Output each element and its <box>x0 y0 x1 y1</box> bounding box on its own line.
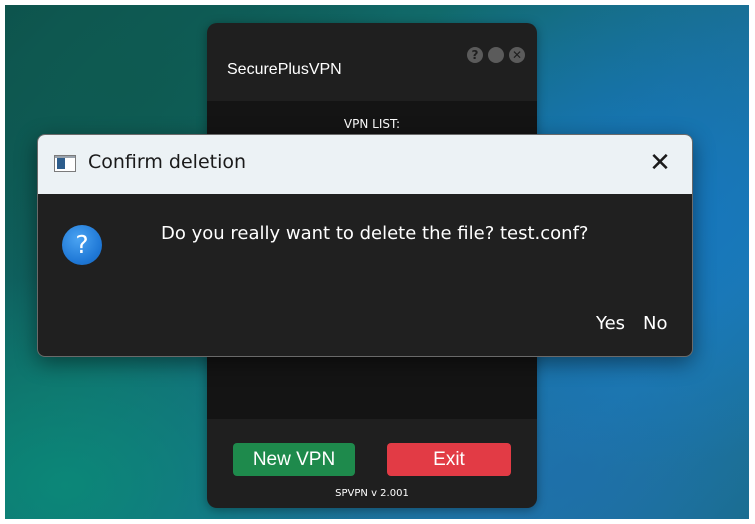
minimize-icon[interactable] <box>488 47 504 63</box>
no-button[interactable]: No <box>643 313 667 334</box>
close-icon[interactable]: ✕ <box>509 47 525 63</box>
dialog-titlebar[interactable]: Confirm deletion ✕ <box>38 135 692 194</box>
yes-button[interactable]: Yes <box>596 313 625 334</box>
confirm-deletion-dialog: Confirm deletion ✕ ? Do you really want … <box>37 134 693 357</box>
question-icon: ? <box>62 225 102 265</box>
dialog-message: Do you really want to delete the file? t… <box>161 223 589 244</box>
desktop-background: SecurePlusVPN ? ✕ VPN LIST: New VPN Exit… <box>5 5 749 519</box>
help-icon[interactable]: ? <box>467 47 483 63</box>
window-controls: ? ✕ <box>467 47 525 63</box>
app-title: SecurePlusVPN <box>227 61 342 78</box>
new-vpn-button[interactable]: New VPN <box>233 443 355 476</box>
window-icon <box>54 155 76 172</box>
version-label: SPVPN v 2.001 <box>335 488 409 499</box>
dialog-title: Confirm deletion <box>88 151 247 173</box>
vpn-list-header: VPN LIST: <box>343 117 401 131</box>
exit-button[interactable]: Exit <box>387 443 511 476</box>
dialog-close-icon[interactable]: ✕ <box>646 147 674 179</box>
